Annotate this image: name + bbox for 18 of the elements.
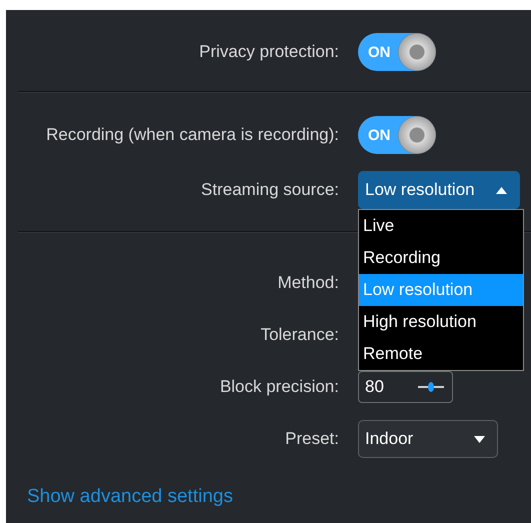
dropdown[interactable]: Low resolution [358,171,520,209]
dropdown[interactable]: Indoor [358,420,498,458]
dropdown-option[interactable]: Live [359,210,523,242]
field-label: Block precision: [220,377,339,397]
dropdown-option[interactable]: Recording [359,242,523,274]
caret-icon [496,186,507,194]
number-field[interactable]: 80 [358,371,453,403]
advanced-settings-link[interactable]: Show advanced settings [27,486,233,508]
field-label: Preset: [285,429,339,449]
field-label: Recording (when camera is recording): [46,125,339,145]
caret-icon [474,436,485,442]
field-label: Tolerance: [260,325,339,345]
dropdown-option[interactable]: High resolution [359,306,523,338]
field-label: Privacy protection: [199,42,339,62]
field-label: Method: [278,273,339,293]
field-label: Streaming source: [201,180,339,200]
dropdown-option[interactable]: Remote [359,338,523,370]
slider-icon [418,382,444,392]
